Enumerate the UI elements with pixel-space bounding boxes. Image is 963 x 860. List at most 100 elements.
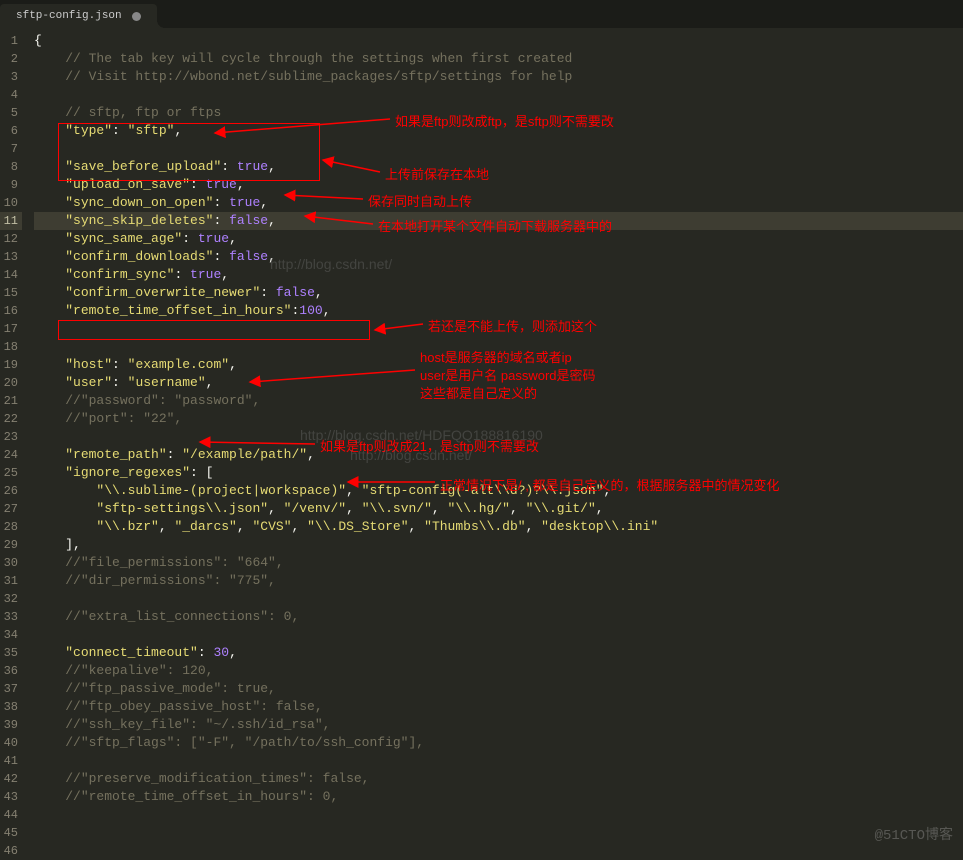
code-text: true (229, 195, 260, 210)
line-number: 14 (0, 266, 22, 284)
code-text: //"dir_permissions": "775", (65, 573, 276, 588)
code-text: , (206, 375, 214, 390)
line-number: 5 (0, 104, 22, 122)
code-text: 100 (299, 303, 322, 318)
code-text: "sync_same_age" (65, 231, 182, 246)
file-tab[interactable]: sftp-config.json (0, 4, 157, 28)
line-number: 39 (0, 716, 22, 734)
code-text: "Thumbs\\.db" (424, 519, 525, 534)
code-text: "upload_on_save" (65, 177, 190, 192)
code-text: "remote_path" (65, 447, 166, 462)
code-text: : (198, 645, 214, 660)
line-number: 13 (0, 248, 22, 266)
watermark-corner: @51CTO博客 (875, 824, 953, 844)
line-number: 6 (0, 122, 22, 140)
code-text: ], (65, 537, 81, 552)
code-text: true (206, 177, 237, 192)
code-text: , (315, 285, 323, 300)
code-text: "\\.DS_Store" (307, 519, 408, 534)
code-text: //"file_permissions": "664", (65, 555, 283, 570)
code-text: "type" (65, 123, 112, 138)
line-number: 44 (0, 806, 22, 824)
code-text: // sftp, ftp or ftps (65, 105, 221, 120)
code-text: true (198, 231, 229, 246)
tab-filename: sftp-config.json (16, 10, 122, 22)
code-text: // Visit http://wbond.net/sublime_packag… (65, 69, 572, 84)
code-text: "sftp" (128, 123, 175, 138)
line-number: 43 (0, 788, 22, 806)
line-number: 46 (0, 842, 22, 860)
code-text: , (237, 177, 245, 192)
line-number: 2 (0, 50, 22, 68)
code-text: //"preserve_modification_times": false, (65, 771, 369, 786)
code-text: true (190, 267, 221, 282)
code-text: //"port": "22", (65, 411, 182, 426)
line-number: 38 (0, 698, 22, 716)
code-text: "/venv/" (284, 501, 346, 516)
code-text: "CVS" (252, 519, 291, 534)
code-text: "sync_down_on_open" (65, 195, 213, 210)
code-text: "\\.hg/" (448, 501, 510, 516)
code-text: //"password": "password", (65, 393, 260, 408)
code-area[interactable]: { // The tab key will cycle through the … (22, 28, 963, 854)
code-text: "example.com" (128, 357, 229, 372)
line-number: 9 (0, 176, 22, 194)
line-number: 18 (0, 338, 22, 356)
line-number: 35 (0, 644, 22, 662)
code-text: : (260, 285, 276, 300)
code-text: 30 (213, 645, 229, 660)
code-text: "username" (128, 375, 206, 390)
line-number: 11 (0, 212, 22, 230)
code-text: : (112, 357, 128, 372)
line-number: 23 (0, 428, 22, 446)
line-number: 32 (0, 590, 22, 608)
line-number: 42 (0, 770, 22, 788)
line-number: 22 (0, 410, 22, 428)
code-text: //"extra_list_connections": 0, (65, 609, 299, 624)
line-number: 15 (0, 284, 22, 302)
code-text: "sync_skip_deletes" (65, 213, 213, 228)
line-number: 12 (0, 230, 22, 248)
code-text: "connect_timeout" (65, 645, 198, 660)
code-text: : (112, 123, 128, 138)
code-text: : (174, 267, 190, 282)
code-text: "save_before_upload" (65, 159, 221, 174)
line-number: 19 (0, 356, 22, 374)
line-number: 8 (0, 158, 22, 176)
code-text: , (229, 231, 237, 246)
code-text: , (268, 249, 276, 264)
code-text: , (221, 267, 229, 282)
code-text: , (229, 645, 237, 660)
code-text: //"ftp_passive_mode": true, (65, 681, 276, 696)
code-text: false (229, 213, 268, 228)
line-number: 21 (0, 392, 22, 410)
code-text: : (221, 159, 237, 174)
code-text: "\\.bzr" (96, 519, 158, 534)
line-number: 4 (0, 86, 22, 104)
line-number: 28 (0, 518, 22, 536)
tab-bar: sftp-config.json (0, 0, 963, 28)
code-text: , (596, 501, 604, 516)
code-text: false (229, 249, 268, 264)
line-number: 37 (0, 680, 22, 698)
line-number: 10 (0, 194, 22, 212)
code-text: true (237, 159, 268, 174)
code-text: , (323, 303, 331, 318)
line-number: 25 (0, 464, 22, 482)
code-text: "\\.svn/" (362, 501, 432, 516)
code-text: "\\.git/" (526, 501, 596, 516)
code-text: //"keepalive": 120, (65, 663, 213, 678)
line-number: 40 (0, 734, 22, 752)
line-gutter[interactable]: 1 2 3 4 5 6 7 8 9 10 11 12 13 14 15 16 1… (0, 28, 22, 854)
line-number: 16 (0, 302, 22, 320)
code-text: "\\.sublime-(project|workspace)" (96, 483, 346, 498)
code-text: : [ (190, 465, 213, 480)
line-number: 27 (0, 500, 22, 518)
code-text: , (174, 123, 182, 138)
line-number: 41 (0, 752, 22, 770)
line-number: 3 (0, 68, 22, 86)
line-number: 20 (0, 374, 22, 392)
line-number: 31 (0, 572, 22, 590)
code-text: , (307, 447, 315, 462)
code-text: "/example/path/" (182, 447, 307, 462)
